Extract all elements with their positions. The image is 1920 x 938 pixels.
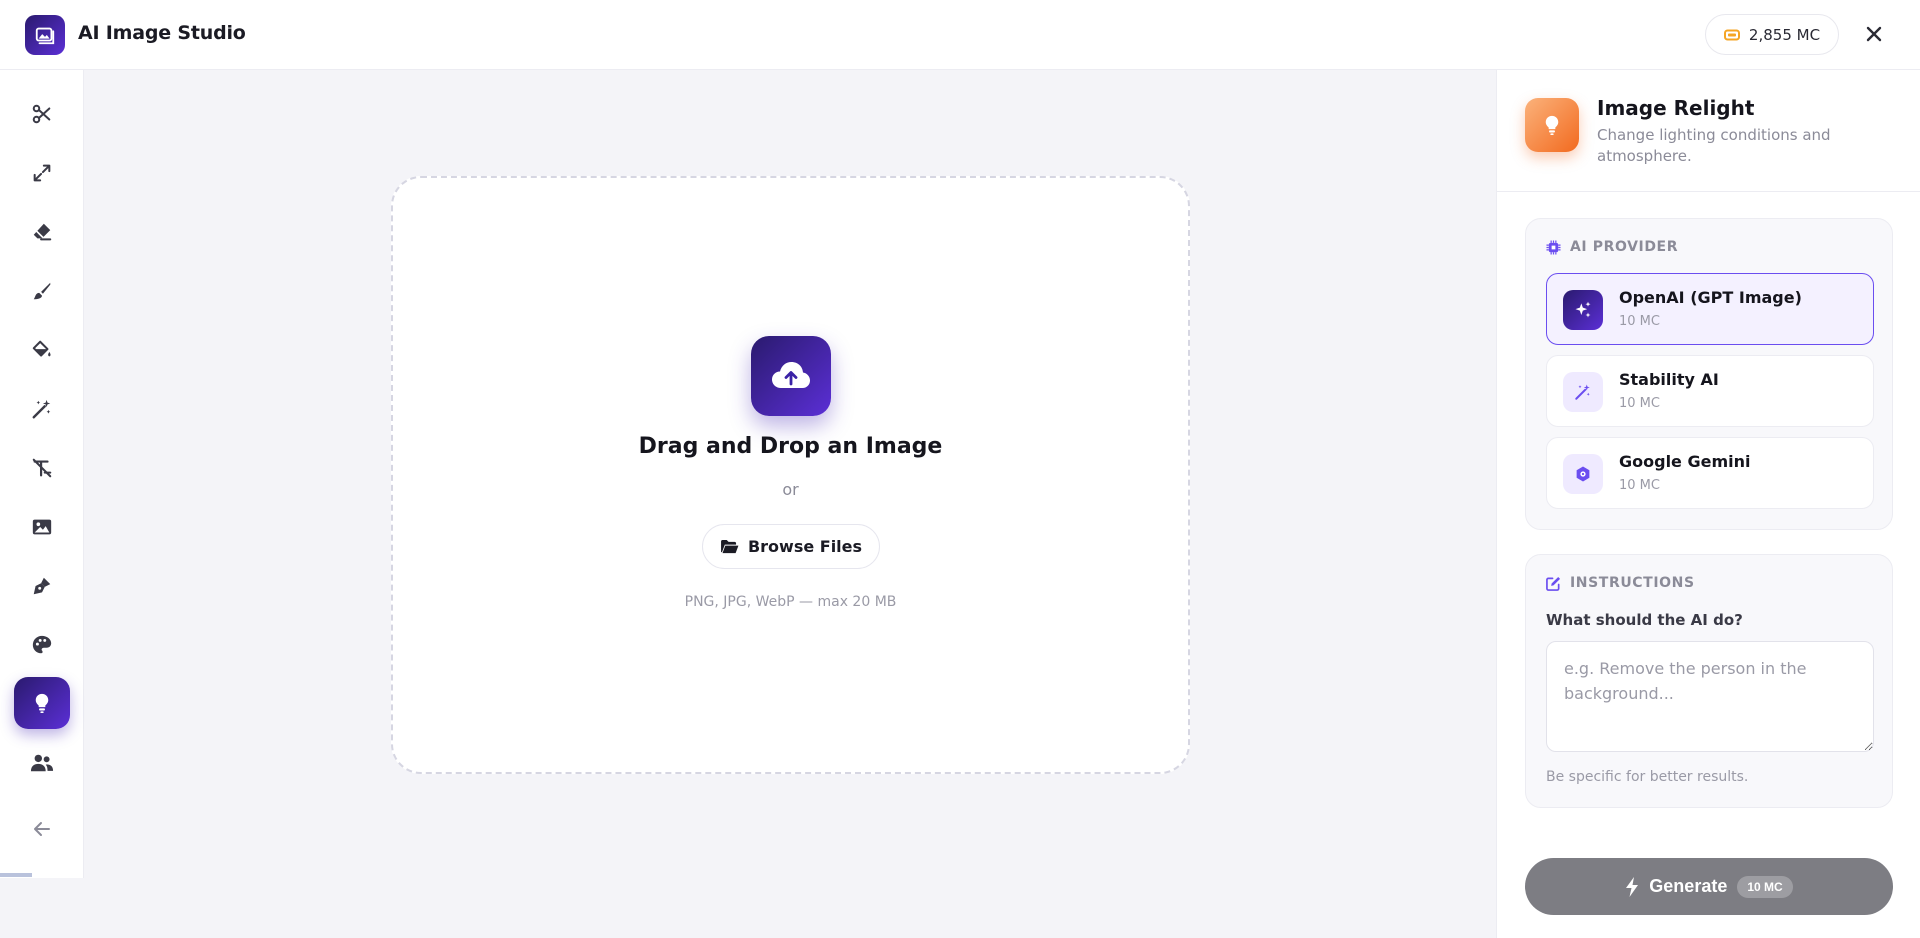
image-icon — [35, 27, 55, 45]
eraser-icon — [33, 223, 52, 241]
credits-value: 2,855 MC — [1748, 25, 1821, 44]
cloud-upload-icon — [772, 362, 810, 388]
close-button[interactable] — [1860, 20, 1888, 48]
generate-cost-badge: 10 MC — [1737, 875, 1793, 898]
close-icon — [1866, 26, 1882, 42]
instructions-card: INSTRUCTIONS What should the AI do? Be s… — [1525, 554, 1893, 808]
tool-image[interactable] — [14, 501, 70, 553]
users-icon — [30, 754, 54, 772]
instructions-input[interactable] — [1546, 641, 1874, 752]
image-icon — [32, 519, 52, 535]
provider-openai-icon — [1563, 290, 1603, 330]
tool-sidebar — [0, 70, 84, 878]
tool-cutout[interactable] — [14, 88, 70, 140]
tool-relight[interactable] — [14, 677, 70, 729]
pen-nib-icon — [33, 577, 51, 595]
credits-badge[interactable]: 2,855 MC — [1705, 14, 1839, 55]
collapse-sidebar-button[interactable] — [14, 803, 70, 855]
settings-panel: Image Relight Change lighting conditions… — [1496, 70, 1920, 938]
provider-openai[interactable]: OpenAI (GPT Image) 10 MC — [1546, 273, 1874, 345]
bolt-icon — [1626, 876, 1639, 897]
expand-arrows-icon — [33, 164, 51, 182]
paint-bucket-icon — [32, 340, 51, 357]
paintbrush-icon — [33, 282, 51, 300]
upload-tile — [751, 336, 831, 416]
dropzone-hint: PNG, JPG, WebP — max 20 MB — [684, 594, 897, 610]
folder-open-icon — [721, 539, 739, 554]
provider-name: OpenAI (GPT Image) — [1619, 288, 1802, 307]
magic-wand-icon — [1575, 384, 1590, 400]
app-logo — [25, 15, 65, 55]
app-header: AI Image Studio 2,855 MC — [0, 0, 1920, 70]
tool-description: Change lighting conditions and atmospher… — [1597, 126, 1831, 165]
dropzone-or: or — [782, 480, 799, 499]
palette-icon — [32, 635, 52, 654]
provider-cost: 10 MC — [1619, 314, 1660, 329]
provider-name: Google Gemini — [1619, 452, 1751, 471]
dropzone-title: Drag and Drop an Image — [638, 434, 943, 459]
generate-label: Generate — [1649, 876, 1728, 896]
remove-text-icon — [32, 458, 52, 478]
image-dropzone[interactable]: Drag and Drop an Image or Browse Files P… — [391, 176, 1190, 774]
app-title: AI Image Studio — [78, 22, 246, 44]
tool-fill[interactable] — [14, 324, 70, 376]
provider-stability-icon — [1563, 372, 1603, 412]
lightbulb-icon — [35, 693, 49, 713]
tool-upscale[interactable] — [14, 147, 70, 199]
tool-magic[interactable] — [14, 383, 70, 435]
provider-card: AI PROVIDER OpenAI (GPT Image) 10 MC Sta… — [1525, 218, 1893, 530]
gem-cog-icon — [1576, 466, 1590, 482]
tool-brush[interactable] — [14, 265, 70, 317]
provider-cost: 10 MC — [1619, 478, 1660, 493]
edit-icon — [1546, 576, 1561, 591]
lightbulb-icon — [1545, 115, 1559, 135]
browse-files-label: Browse Files — [747, 537, 863, 556]
coin-icon — [1723, 29, 1740, 40]
instructions-hint: Be specific for better results. — [1546, 769, 1749, 785]
tool-vector[interactable] — [14, 560, 70, 612]
tool-eraser[interactable] — [14, 206, 70, 258]
sparkles-icon — [1575, 301, 1591, 318]
provider-name: Stability AI — [1619, 370, 1719, 389]
scissors-icon — [32, 104, 51, 124]
magic-wand-icon — [32, 399, 51, 419]
tool-tile — [1525, 98, 1579, 152]
provider-section-label: AI PROVIDER — [1546, 239, 1678, 255]
tool-remove-text[interactable] — [14, 442, 70, 494]
provider-gemini[interactable]: Google Gemini 10 MC — [1546, 437, 1874, 509]
tool-header: Image Relight Change lighting conditions… — [1497, 70, 1920, 192]
provider-stability[interactable]: Stability AI 10 MC — [1546, 355, 1874, 427]
sidebar-scroll-indicator — [0, 873, 32, 877]
tool-color[interactable] — [14, 619, 70, 671]
provider-cost: 10 MC — [1619, 396, 1660, 411]
tool-name: Image Relight — [1597, 96, 1755, 120]
browse-files-button[interactable]: Browse Files — [702, 524, 880, 569]
chip-icon — [1546, 239, 1561, 255]
arrow-left-icon — [34, 822, 50, 836]
instructions-question: What should the AI do? — [1546, 611, 1743, 629]
instructions-section-label: INSTRUCTIONS — [1546, 575, 1695, 591]
provider-gemini-icon — [1563, 454, 1603, 494]
tool-people[interactable] — [14, 737, 70, 789]
generate-button[interactable]: Generate 10 MC — [1525, 858, 1893, 915]
